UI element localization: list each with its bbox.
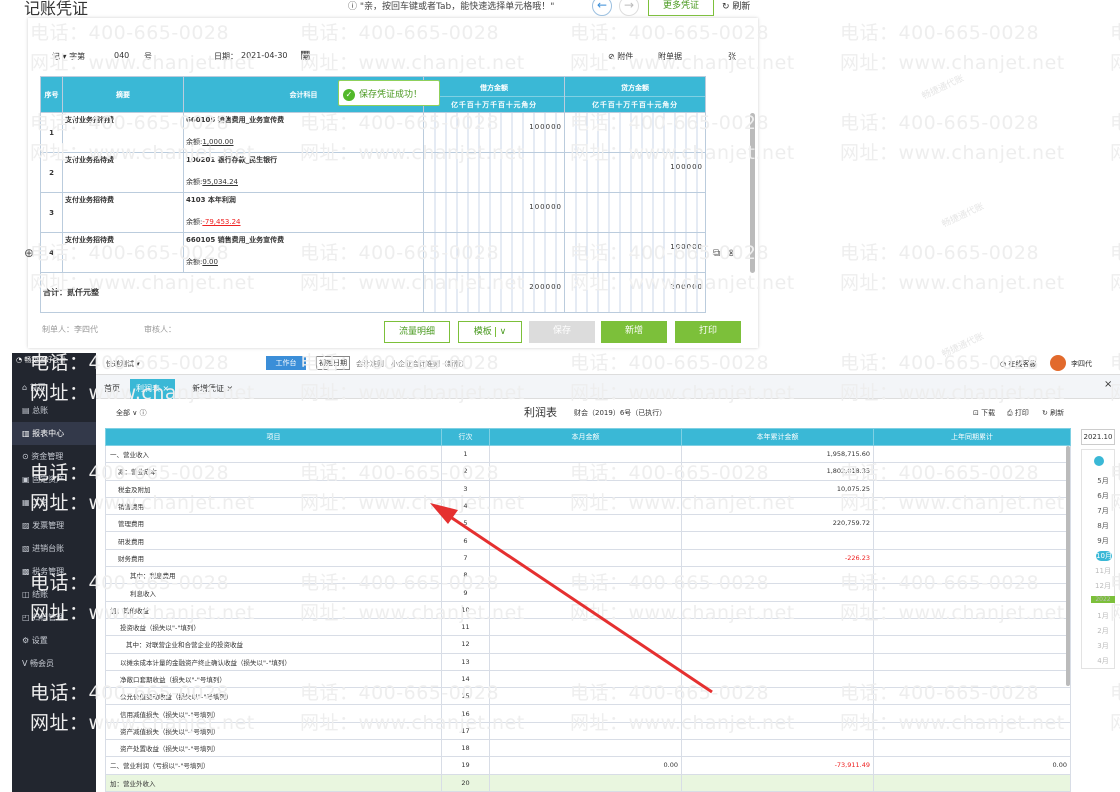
annotation-arrow xyxy=(430,503,713,694)
